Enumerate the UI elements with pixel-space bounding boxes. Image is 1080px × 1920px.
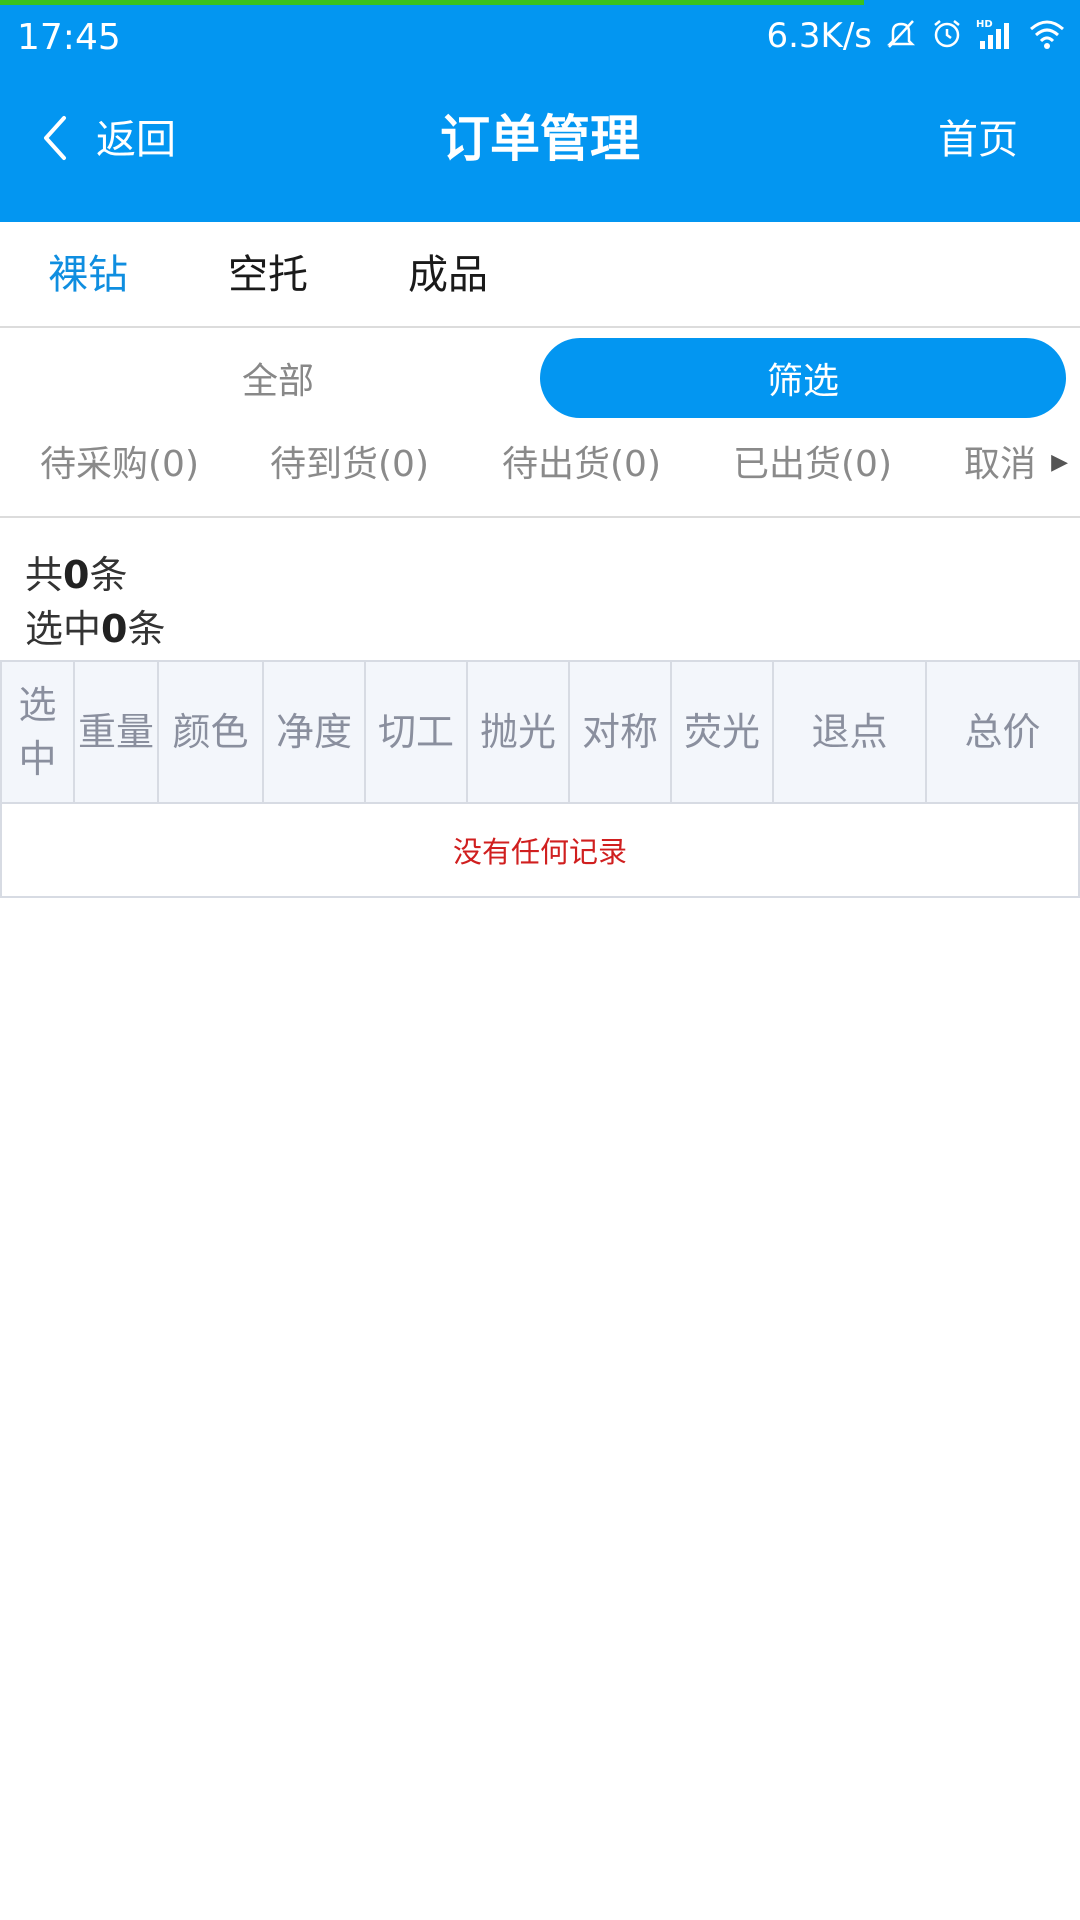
mute-bell-icon bbox=[884, 17, 918, 55]
status-tab-cancelled-label: 取消 bbox=[964, 444, 1037, 485]
col-weight[interactable]: 重量 bbox=[75, 662, 159, 802]
selected-count-line: 选中0条 bbox=[25, 607, 166, 651]
category-tabs: 裸钻 空托 成品 bbox=[0, 222, 1080, 328]
table-header: 选中 重量 颜色 净度 切工 抛光 对称 荧光 退点 总价 bbox=[2, 662, 1078, 804]
tab-loose-diamond[interactable]: 裸钻 bbox=[48, 250, 128, 300]
alarm-icon bbox=[930, 17, 964, 55]
status-icons: 6.3K/s HD bbox=[766, 14, 1066, 58]
col-fluorescence[interactable]: 荧光 bbox=[672, 662, 774, 802]
status-time: 17:45 bbox=[17, 17, 121, 58]
all-button[interactable]: 全部 bbox=[200, 338, 356, 418]
col-clarity[interactable]: 净度 bbox=[264, 662, 366, 802]
home-button[interactable]: 首页 bbox=[938, 112, 1018, 168]
back-button[interactable]: 返回 bbox=[40, 112, 176, 168]
scroll-right-icon[interactable]: ▶ bbox=[1051, 448, 1068, 478]
total-count: 0 bbox=[63, 553, 90, 597]
status-tab-pending-shipment[interactable]: 待出货(0) bbox=[502, 440, 661, 490]
col-total-price[interactable]: 总价 bbox=[927, 662, 1078, 802]
col-color[interactable]: 颜色 bbox=[159, 662, 264, 802]
col-polish[interactable]: 抛光 bbox=[468, 662, 570, 802]
status-tabs: 待采购(0) 待到货(0) 待出货(0) 已出货(0) 取消 ▶ bbox=[0, 428, 1080, 518]
status-tab-shipped[interactable]: 已出货(0) bbox=[733, 440, 892, 490]
net-speed: 6.3K/s bbox=[766, 16, 872, 56]
filter-button[interactable]: 筛选 bbox=[540, 338, 1066, 418]
orders-table: 选中 重量 颜色 净度 切工 抛光 对称 荧光 退点 总价 没有任何记录 bbox=[0, 660, 1080, 898]
selected-count: 0 bbox=[101, 607, 128, 651]
tab-empty-setting[interactable]: 空托 bbox=[228, 250, 308, 300]
col-discount[interactable]: 退点 bbox=[774, 662, 927, 802]
hd-signal-icon: HD bbox=[976, 17, 1016, 55]
tab-finished-product[interactable]: 成品 bbox=[408, 250, 488, 300]
chevron-left-icon bbox=[40, 114, 70, 166]
col-symmetry[interactable]: 对称 bbox=[570, 662, 672, 802]
empty-message: 没有任何记录 bbox=[2, 804, 1078, 896]
wifi-icon bbox=[1028, 17, 1066, 55]
back-label: 返回 bbox=[96, 117, 176, 163]
page-load-progress bbox=[0, 0, 864, 5]
col-cut[interactable]: 切工 bbox=[366, 662, 468, 802]
status-tab-pending-arrival[interactable]: 待到货(0) bbox=[270, 440, 429, 490]
col-select[interactable]: 选中 bbox=[2, 662, 75, 802]
status-tab-pending-purchase[interactable]: 待采购(0) bbox=[40, 440, 199, 490]
total-count-line: 共0条 bbox=[25, 553, 128, 597]
record-counts: 共0条 选中0条 bbox=[25, 548, 165, 656]
app-header: 17:45 6.3K/s HD 返回 订单管理 首页 bbox=[0, 0, 1080, 222]
svg-text:HD: HD bbox=[976, 19, 993, 30]
